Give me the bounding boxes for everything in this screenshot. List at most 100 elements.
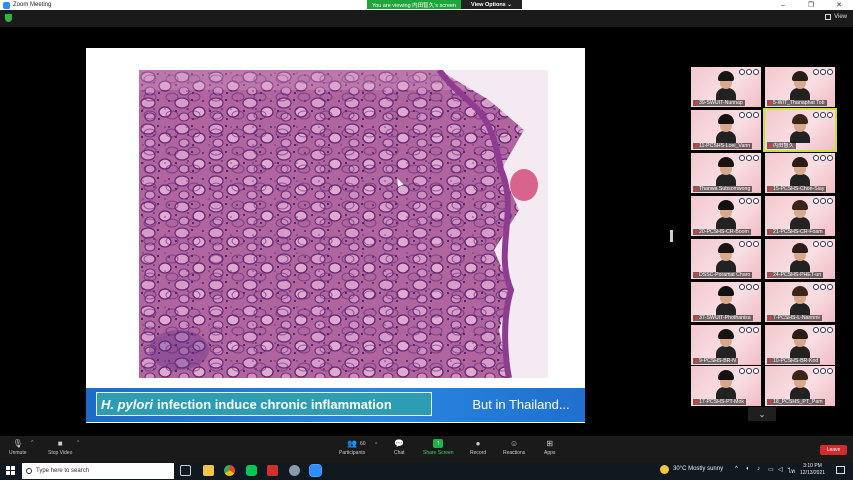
view-button[interactable]: View — [825, 14, 847, 20]
notification-icon[interactable] — [836, 466, 845, 474]
participant-tile[interactable]: 11-PCSHS-Loei_Vann — [691, 110, 761, 150]
chrome-icon[interactable] — [224, 465, 235, 476]
file-explorer-icon[interactable] — [203, 465, 214, 476]
participant-video — [715, 243, 737, 272]
zoom-app-icon — [3, 1, 10, 9]
participant-tile[interactable]: 39-SWUIT-Nunnap — [691, 67, 761, 107]
participant-tile[interactable]: 20-PCSHS-CR-Boom — [691, 196, 761, 236]
chat-label: Chat — [394, 450, 405, 456]
participant-name-tag: Thanwa Subsomwong — [693, 186, 753, 192]
unmute-label: Unmute — [9, 450, 27, 456]
gallery-next-page-button[interactable]: ⌄ — [748, 407, 776, 421]
muted-mic-icon — [695, 359, 698, 363]
participant-name: 24-PCSHS-PHET-un — [773, 272, 822, 278]
participant-video — [789, 329, 811, 358]
participant-name: 21-PCSHS-CR-Foam — [773, 229, 823, 235]
school-logos — [739, 368, 759, 374]
participant-name: 15-PCSHS-Chon-Siay — [773, 186, 825, 192]
share-screen-button[interactable]: ↑ Share Screen — [423, 439, 454, 456]
participant-tile[interactable]: 17-PCSHS-PT-Mok — [691, 366, 761, 406]
participant-name: 7-PCSHS-L-Nannmi — [773, 315, 820, 321]
participant-tile[interactable]: Thanwa Subsomwong — [691, 153, 761, 193]
school-logos — [813, 198, 833, 204]
unmute-button[interactable]: 🎙 Unmute ^ — [9, 439, 34, 456]
school-logos — [813, 112, 833, 118]
reactions-button[interactable]: ☺ Reactions — [503, 439, 525, 456]
participant-tile[interactable]: 10-PCSHS-BR-Kod — [765, 325, 835, 365]
participants-options-caret[interactable]: ^ — [375, 442, 377, 448]
restore-icon[interactable]: ❐ — [797, 0, 825, 10]
window-controls: – ❐ ✕ — [769, 0, 853, 10]
zoom-taskbar-icon[interactable] — [309, 464, 322, 477]
close-icon[interactable]: ✕ — [825, 0, 853, 10]
muted-mic-icon — [695, 273, 698, 277]
participant-tile[interactable]: 15-PCSHS-Chon-Siay — [765, 153, 835, 193]
chat-button[interactable]: 💬 Chat — [394, 439, 405, 456]
share-message: You are viewing 内田智久's screen — [367, 0, 461, 9]
weather-sun-icon — [660, 465, 669, 474]
histology-image — [139, 70, 548, 378]
school-logos — [813, 284, 833, 290]
participant-video — [789, 243, 811, 272]
panel-resize-handle[interactable] — [670, 230, 673, 242]
record-button[interactable]: ● Record — [470, 439, 486, 456]
participant-name-tag: 17-PCSHS-PT-Mok — [693, 399, 746, 405]
participant-name: 9-PCSHS-BR-N — [699, 358, 736, 364]
participant-name-tag: 内田智久 — [767, 142, 796, 149]
weather-text[interactable]: 30°C Mostly sunny — [673, 466, 723, 472]
view-options-button[interactable]: View Options ⌄ — [461, 0, 522, 9]
tray-app-icon[interactable]: ◐ — [746, 466, 750, 472]
school-logos — [739, 284, 759, 290]
record-label: Record — [470, 450, 487, 456]
participant-tile[interactable]: 21-PCSHS-CR-Foam — [765, 196, 835, 236]
participant-video — [789, 200, 811, 229]
line-app-icon[interactable] — [246, 465, 257, 476]
participant-video — [715, 157, 737, 186]
task-view-icon[interactable] — [180, 465, 191, 476]
microphone-muted-icon: 🎙 — [12, 439, 23, 448]
acrobat-icon[interactable] — [267, 465, 278, 476]
participant-name-tag: 9-PCSHS-BR-N — [693, 358, 738, 364]
windows-start-icon[interactable] — [6, 466, 15, 475]
leave-button[interactable]: Leave — [820, 445, 847, 455]
taskbar-search-box[interactable]: Type here to search — [22, 463, 174, 479]
participant-video — [789, 71, 811, 100]
participant-tile[interactable]: DSSC-Poramat Charo — [691, 239, 761, 279]
school-logos — [739, 112, 759, 118]
volume-icon[interactable]: ◁ — [778, 466, 783, 473]
network-icon[interactable]: ▭ — [768, 466, 774, 473]
participant-tile[interactable]: 18_PCSHS_PT_Pam — [765, 366, 835, 406]
app-icon[interactable] — [289, 465, 300, 476]
participant-tile[interactable]: 24-PCSHS-PHET-un — [765, 239, 835, 279]
participant-video — [715, 286, 737, 315]
school-logos — [739, 69, 759, 75]
participant-tile[interactable]: 9-PCSHS-BR-N — [691, 325, 761, 365]
participant-video — [715, 114, 737, 143]
participant-tile[interactable]: 7-PCSHS-L-Nannmi — [765, 282, 835, 322]
muted-mic-icon — [695, 144, 698, 148]
muted-mic-icon — [769, 230, 772, 234]
participant-tile[interactable]: 37-SWUIT-Phothanisa — [691, 282, 761, 322]
microphone-tray-icon[interactable]: ♪ — [757, 466, 760, 472]
apps-button[interactable]: ⊞ Apps — [544, 439, 555, 456]
participant-name-tag: 11-PCSHS-Loei_Vann — [693, 143, 753, 149]
taskbar-clock[interactable]: 3:10 PM 12/13/2021 — [800, 463, 825, 477]
participants-label: Participants — [339, 450, 366, 456]
school-logos — [739, 241, 759, 247]
participant-name-tag: 18_PCSHS_PT_Pam — [767, 399, 825, 405]
participant-video — [789, 157, 811, 186]
tray-chevron-icon[interactable]: ^ — [735, 466, 738, 472]
stop-video-button[interactable]: ■ Stop Video ^ — [48, 439, 79, 456]
muted-mic-icon — [769, 143, 772, 148]
language-indicator[interactable]: ไท — [788, 466, 795, 476]
video-options-caret[interactable]: ^ — [77, 440, 79, 446]
participant-name-tag: DSSC-Poramat Charo — [693, 272, 753, 278]
participant-name: 18_PCSHS_PT_Pam — [773, 399, 823, 405]
minimize-icon[interactable]: – — [769, 0, 797, 10]
participant-tile[interactable]: 内田智久 — [763, 108, 837, 152]
audio-options-caret[interactable]: ^ — [31, 440, 33, 446]
security-shield-icon[interactable] — [5, 14, 12, 22]
school-logos — [813, 327, 833, 333]
participant-tile[interactable]: 5-WIT_Thanaphat Tob — [765, 67, 835, 107]
school-logos — [813, 69, 833, 75]
